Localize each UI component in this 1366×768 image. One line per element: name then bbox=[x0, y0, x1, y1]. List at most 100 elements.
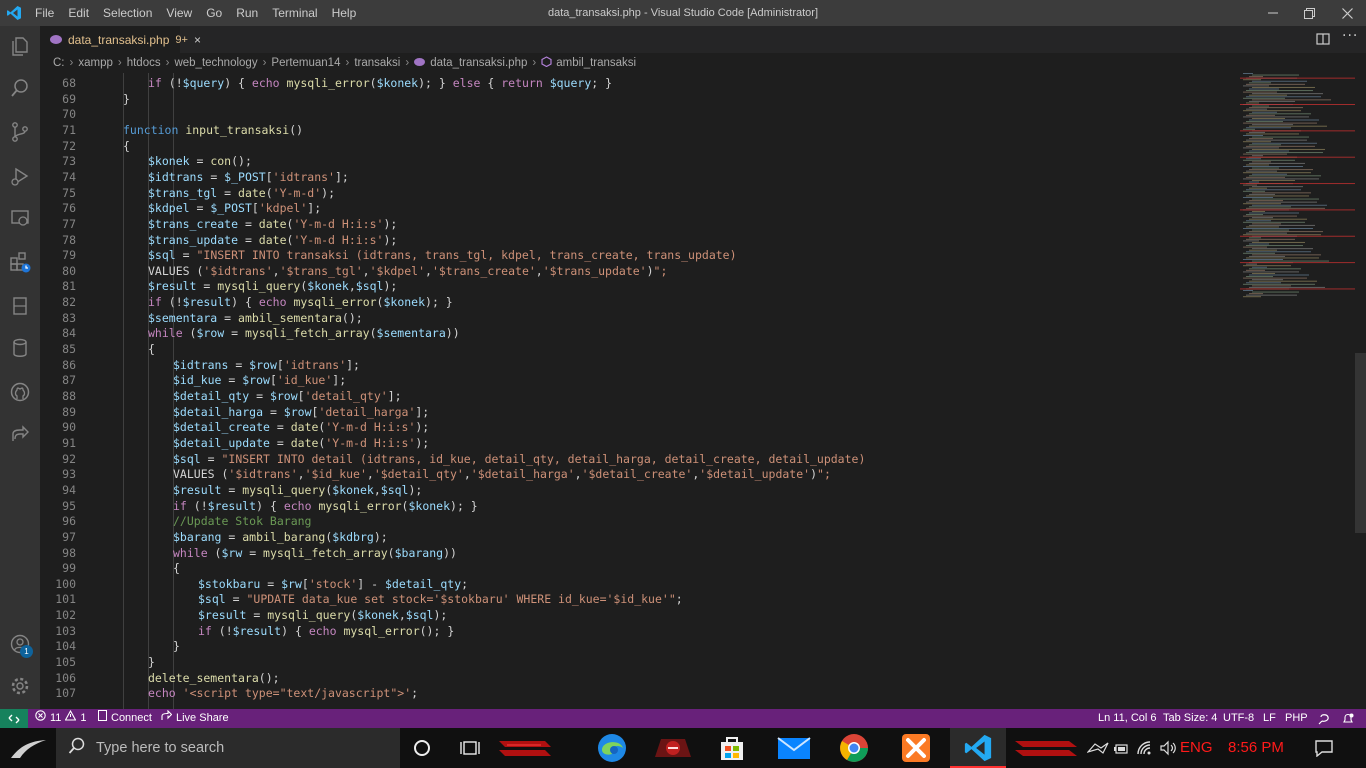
edge-browser-icon[interactable] bbox=[588, 728, 636, 768]
task-view-icon[interactable] bbox=[446, 728, 494, 768]
tab-size[interactable]: Tab Size: 4 bbox=[1163, 709, 1217, 728]
connect-button[interactable]: Connect bbox=[98, 709, 152, 728]
code-line[interactable]: 78 $trans_update = date('Y-m-d H:i:s'); bbox=[40, 232, 1240, 248]
language-mode[interactable]: PHP bbox=[1285, 709, 1308, 728]
code-line[interactable]: 95 if (!$result) { echo mysqli_error($kon… bbox=[40, 498, 1240, 514]
code-line[interactable]: 81 $result = mysqli_query($konek,$sql); bbox=[40, 278, 1240, 294]
code-line[interactable]: 80 VALUES ('$idtrans','$trans_tgl','$kdpe… bbox=[40, 263, 1240, 279]
mail-icon[interactable] bbox=[770, 728, 818, 768]
encoding[interactable]: UTF-8 bbox=[1223, 709, 1254, 728]
code-line[interactable]: 88 $detail_qty = $row['detail_qty']; bbox=[40, 388, 1240, 404]
code-line[interactable]: 79 $sql = "INSERT INTO transaksi (idtrans… bbox=[40, 247, 1240, 263]
notifications-bell-icon[interactable] bbox=[1342, 709, 1354, 728]
run-debug-icon[interactable] bbox=[0, 156, 40, 196]
live-share-icon[interactable] bbox=[0, 414, 40, 454]
remote-explorer-icon[interactable] bbox=[0, 198, 40, 238]
start-button[interactable] bbox=[0, 728, 56, 768]
code-line[interactable]: 102 $result = mysqli_query($konek,$sql); bbox=[40, 607, 1240, 623]
rog-tray-icon[interactable] bbox=[1086, 728, 1110, 768]
code-line[interactable]: 75 $trans_tgl = date('Y-m-d'); bbox=[40, 185, 1240, 201]
github-icon[interactable] bbox=[0, 372, 40, 412]
code-line[interactable]: 76 $kdpel = $_POST['kdpel']; bbox=[40, 200, 1240, 216]
cursor-position[interactable]: Ln 11, Col 6 bbox=[1098, 709, 1157, 728]
taskbar-search-box[interactable]: Type here to search bbox=[56, 728, 400, 768]
code-line[interactable]: 70 bbox=[40, 106, 1240, 122]
code-line[interactable]: 86 $idtrans = $row['idtrans']; bbox=[40, 357, 1240, 373]
vscode-taskbar-icon[interactable] bbox=[950, 728, 1006, 768]
code-line[interactable]: 68 if (!$query) { echo mysqli_error($kone… bbox=[40, 75, 1240, 91]
maximize-button[interactable] bbox=[1290, 0, 1328, 26]
code-line[interactable]: 99 { bbox=[40, 560, 1240, 576]
search-icon[interactable] bbox=[0, 68, 40, 108]
menu-file[interactable]: File bbox=[28, 0, 61, 26]
breadcrumb-item[interactable]: xampp bbox=[78, 57, 113, 69]
code-line[interactable]: 96 //Update Stok Barang bbox=[40, 513, 1240, 529]
taskbar-clock[interactable]: 8:56 PM bbox=[1228, 728, 1284, 768]
code-line[interactable]: 100 $stokbaru = $rw['stock'] - $detail_qt… bbox=[40, 576, 1240, 592]
minimap[interactable] bbox=[1240, 73, 1355, 709]
tab-close-icon[interactable]: × bbox=[194, 33, 201, 47]
code-line[interactable]: 106 delete_sementara(); bbox=[40, 670, 1240, 686]
code-editor[interactable]: 68 if (!$query) { echo mysqli_error($kone… bbox=[40, 73, 1240, 709]
end-of-line[interactable]: LF bbox=[1263, 709, 1276, 728]
code-line[interactable]: 74 $idtrans = $_POST['idtrans']; bbox=[40, 169, 1240, 185]
code-line[interactable]: 73 $konek = con(); bbox=[40, 153, 1240, 169]
menu-selection[interactable]: Selection bbox=[96, 0, 159, 26]
scrollbar-thumb[interactable] bbox=[1355, 353, 1366, 533]
code-line[interactable]: 85 { bbox=[40, 341, 1240, 357]
split-editor-icon[interactable] bbox=[1316, 31, 1330, 50]
extensions-icon[interactable] bbox=[0, 242, 40, 282]
action-center-icon[interactable] bbox=[1300, 728, 1348, 768]
code-line[interactable]: 103 if (!$result) { echo mysql_error(); } bbox=[40, 623, 1240, 639]
microsoft-store-icon[interactable] bbox=[708, 728, 756, 768]
code-line[interactable]: 101 $sql = "UPDATE data_kue set stock='$s… bbox=[40, 591, 1240, 607]
feedback-icon[interactable] bbox=[1318, 709, 1330, 728]
menu-run[interactable]: Run bbox=[229, 0, 265, 26]
code-line[interactable]: 89 $detail_harga = $row['detail_harga']; bbox=[40, 404, 1240, 420]
breadcrumb-item[interactable]: data_transaksi.php bbox=[430, 57, 527, 69]
code-line[interactable]: 93 VALUES ('$idtrans','$id_kue','$detail_… bbox=[40, 466, 1240, 482]
battery-icon[interactable] bbox=[1110, 728, 1132, 768]
code-line[interactable]: 104} bbox=[40, 638, 1240, 654]
code-line[interactable]: 90 $detail_create = date('Y-m-d H:i:s'); bbox=[40, 419, 1240, 435]
menu-go[interactable]: Go bbox=[199, 0, 229, 26]
menu-help[interactable]: Help bbox=[325, 0, 364, 26]
breadcrumb-item[interactable]: Pertemuan14 bbox=[271, 57, 340, 69]
code-line[interactable]: 83 $sementara = ambil_sementara(); bbox=[40, 310, 1240, 326]
code-line[interactable]: 97 $barang = ambil_barang($kdbrg); bbox=[40, 529, 1240, 545]
code-line[interactable]: 91 $detail_update = date('Y-m-d H:i:s'); bbox=[40, 435, 1240, 451]
breadcrumb-item[interactable]: C: bbox=[53, 57, 65, 69]
settings-gear-icon[interactable] bbox=[0, 666, 40, 706]
code-line[interactable]: 105} bbox=[40, 654, 1240, 670]
code-line[interactable]: 107 echo '<script type="text/javascript">… bbox=[40, 685, 1240, 701]
tab-data-transaksi[interactable]: data_transaksi.php 9+ × bbox=[40, 26, 201, 53]
breadcrumb-item[interactable]: ambil_transaksi bbox=[556, 57, 636, 69]
code-line[interactable]: 84 while ($row = mysqli_fetch_array($seme… bbox=[40, 325, 1240, 341]
pages-icon[interactable] bbox=[0, 286, 40, 326]
menu-edit[interactable]: Edit bbox=[61, 0, 96, 26]
game-app-icon[interactable] bbox=[646, 728, 700, 768]
accounts-icon[interactable]: 1 bbox=[0, 624, 40, 664]
breadcrumb-item[interactable]: web_technology bbox=[174, 57, 257, 69]
menu-terminal[interactable]: Terminal bbox=[265, 0, 324, 26]
wifi-icon[interactable] bbox=[1134, 728, 1156, 768]
code-line[interactable]: 98 while ($rw = mysqli_fetch_array($baran… bbox=[40, 545, 1240, 561]
source-control-icon[interactable] bbox=[0, 112, 40, 152]
code-line[interactable]: 77 $trans_create = date('Y-m-d H:i:s'); bbox=[40, 216, 1240, 232]
more-actions-icon[interactable]: ··· bbox=[1342, 28, 1358, 44]
chrome-icon[interactable] bbox=[830, 728, 878, 768]
explorer-icon[interactable] bbox=[0, 26, 40, 66]
menu-view[interactable]: View bbox=[159, 0, 199, 26]
breadcrumb-item[interactable]: transaksi bbox=[354, 57, 400, 69]
code-line[interactable]: 71 function input_transaksi() bbox=[40, 122, 1240, 138]
database-icon[interactable] bbox=[0, 328, 40, 368]
cortana-icon[interactable] bbox=[398, 728, 446, 768]
minimize-button[interactable] bbox=[1254, 0, 1292, 26]
xampp-icon[interactable] bbox=[892, 728, 940, 768]
live-share-button[interactable]: Live Share bbox=[161, 709, 229, 728]
remote-indicator-button[interactable] bbox=[0, 709, 28, 728]
code-line[interactable]: 94 $result = mysqli_query($konek,$sql); bbox=[40, 482, 1240, 498]
close-window-button[interactable] bbox=[1328, 0, 1366, 26]
code-line[interactable]: 87 $id_kue = $row['id_kue']; bbox=[40, 372, 1240, 388]
vertical-scrollbar[interactable] bbox=[1355, 73, 1366, 709]
